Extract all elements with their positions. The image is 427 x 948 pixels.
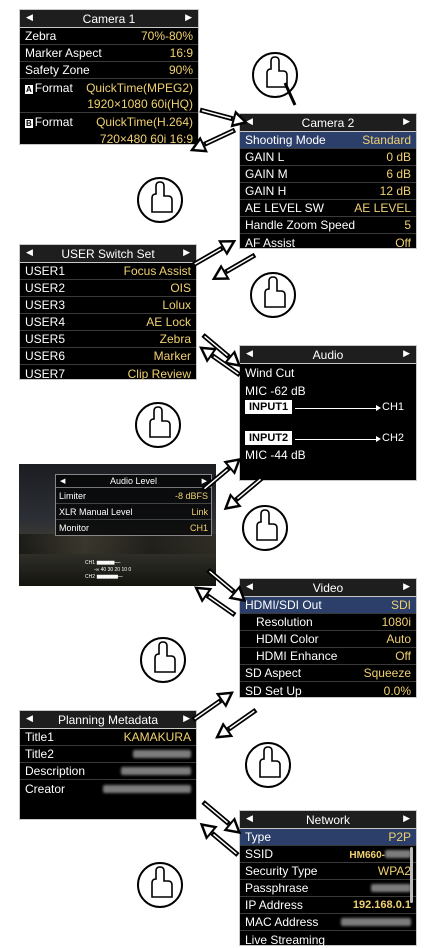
touch-hand-icon: [242, 505, 288, 551]
navigate-arrow-icon: [188, 684, 239, 727]
navigate-arrow-icon: [189, 579, 240, 622]
navigate-arrow-icon: [202, 563, 252, 609]
touch-hand-icon: [137, 862, 183, 908]
navigation-overlay: [135, 52, 298, 908]
navigate-arrow-icon: [186, 122, 239, 159]
touch-hand-icon: [135, 402, 181, 448]
navigate-arrow-icon: [210, 703, 261, 746]
navigate-arrow-icon: [197, 451, 247, 497]
touch-hand-icon: [137, 177, 183, 223]
touch-hand-icon: [140, 637, 186, 683]
touch-hand-icon: [245, 742, 291, 788]
navigate-arrow-icon: [198, 101, 251, 131]
touch-hand-icon: [252, 52, 298, 106]
touch-hand-icon: [250, 272, 296, 318]
